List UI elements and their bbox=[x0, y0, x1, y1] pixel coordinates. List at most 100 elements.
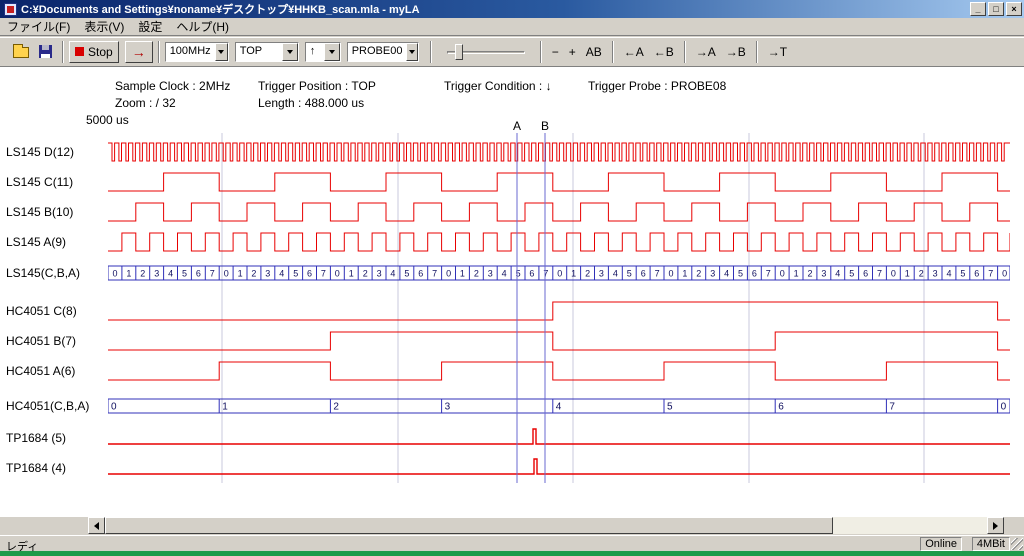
svg-text:1: 1 bbox=[222, 402, 228, 413]
toolbar-separator bbox=[430, 41, 432, 63]
chevron-down-icon bbox=[218, 50, 224, 54]
svg-text:1: 1 bbox=[238, 269, 243, 279]
maximize-button[interactable]: □ bbox=[988, 2, 1004, 16]
svg-text:5: 5 bbox=[293, 269, 298, 279]
svg-text:0: 0 bbox=[557, 269, 562, 279]
svg-text:7: 7 bbox=[988, 269, 993, 279]
svg-text:0: 0 bbox=[446, 269, 451, 279]
open-folder-icon bbox=[13, 47, 29, 58]
dropdown-button[interactable] bbox=[406, 43, 417, 61]
svg-text:6: 6 bbox=[641, 269, 646, 279]
stop-label: Stop bbox=[88, 45, 113, 59]
toolbar-separator bbox=[540, 41, 542, 63]
goto-a-left-button[interactable]: ←A bbox=[619, 41, 649, 63]
svg-text:1: 1 bbox=[905, 269, 910, 279]
trigger-position-info: Trigger Position : TOP bbox=[258, 79, 376, 93]
svg-text:5: 5 bbox=[849, 269, 854, 279]
waveform-svg[interactable]: 0123456701234567012345670123456701234567… bbox=[108, 133, 1010, 490]
svg-text:0: 0 bbox=[1002, 269, 1007, 279]
svg-text:0: 0 bbox=[112, 269, 117, 279]
open-button[interactable] bbox=[8, 41, 34, 63]
toolbar-separator bbox=[158, 41, 160, 63]
zoom-ab-button[interactable]: AB bbox=[581, 41, 607, 63]
svg-text:2: 2 bbox=[333, 402, 339, 413]
trigger-probe-select[interactable]: PROBE00 bbox=[347, 42, 419, 62]
menu-help[interactable]: ヘルプ(H) bbox=[169, 17, 236, 36]
minimize-button[interactable]: _ bbox=[970, 2, 986, 16]
trigger-probe-info: Trigger Probe : PROBE08 bbox=[588, 79, 726, 93]
run-button[interactable]: → bbox=[125, 41, 153, 63]
svg-text:6: 6 bbox=[418, 269, 423, 279]
svg-text:5: 5 bbox=[516, 269, 521, 279]
sample-clock-value: 100MHz bbox=[166, 43, 215, 61]
svg-text:2: 2 bbox=[363, 269, 368, 279]
svg-text:5: 5 bbox=[404, 269, 409, 279]
channel-label-hc4051-a: HC4051 A(6) bbox=[6, 363, 75, 379]
title-bar[interactable]: C:¥Documents and Settings¥noname¥デスクトップ¥… bbox=[0, 0, 1024, 18]
svg-text:1: 1 bbox=[460, 269, 465, 279]
channel-label-hc4051-b: HC4051 B(7) bbox=[6, 333, 76, 349]
length-info: Length : 488.000 us bbox=[258, 96, 364, 110]
toolbar: Stop → 100MHz TOP ↑ PROBE00 bbox=[0, 37, 1024, 67]
status-online-badge: Online bbox=[920, 537, 962, 551]
resize-grip-icon[interactable] bbox=[1011, 538, 1023, 550]
chevron-down-icon bbox=[287, 50, 293, 54]
svg-text:3: 3 bbox=[821, 269, 826, 279]
channel-label-ls145-a: LS145 A(9) bbox=[6, 234, 66, 250]
save-button[interactable] bbox=[34, 41, 57, 63]
goto-b-right-button[interactable]: →B bbox=[721, 41, 751, 63]
arrow-right-icon bbox=[993, 522, 998, 530]
stop-button[interactable]: Stop bbox=[69, 41, 119, 63]
time-base-label: 5000 us bbox=[86, 113, 129, 127]
status-ready-text: レディ bbox=[6, 538, 38, 554]
svg-text:5: 5 bbox=[667, 402, 673, 413]
cursor-a-label[interactable]: A bbox=[513, 119, 521, 133]
scrollbar-track[interactable] bbox=[833, 517, 987, 534]
close-button[interactable]: × bbox=[1006, 2, 1022, 16]
trigger-position-select[interactable]: TOP bbox=[235, 42, 299, 62]
svg-text:7: 7 bbox=[432, 269, 437, 279]
zoom-slider[interactable] bbox=[443, 41, 529, 63]
svg-text:4: 4 bbox=[279, 269, 284, 279]
scroll-right-button[interactable] bbox=[987, 517, 1004, 534]
svg-text:4: 4 bbox=[556, 402, 562, 413]
dropdown-button[interactable] bbox=[324, 43, 340, 61]
scroll-left-button[interactable] bbox=[88, 517, 105, 534]
sample-clock-select[interactable]: 100MHz bbox=[165, 42, 229, 62]
cursor-b-label[interactable]: B bbox=[541, 119, 549, 133]
svg-text:6: 6 bbox=[752, 269, 757, 279]
menu-settings[interactable]: 設定 bbox=[131, 17, 169, 36]
goto-trigger-button[interactable]: →T bbox=[763, 41, 792, 63]
svg-text:1: 1 bbox=[794, 269, 799, 279]
goto-b-left-button[interactable]: ←B bbox=[649, 41, 679, 63]
svg-text:2: 2 bbox=[140, 269, 145, 279]
dropdown-button[interactable] bbox=[282, 43, 298, 61]
trigger-position-value: TOP bbox=[236, 43, 282, 61]
menu-view[interactable]: 表示(V) bbox=[77, 17, 131, 36]
svg-text:1: 1 bbox=[349, 269, 354, 279]
horizontal-scrollbar[interactable] bbox=[88, 517, 1004, 534]
svg-text:4: 4 bbox=[168, 269, 173, 279]
sample-clock-info: Sample Clock : 2MHz bbox=[115, 79, 230, 93]
channel-label-ls145-b: LS145 B(10) bbox=[6, 204, 73, 220]
svg-text:3: 3 bbox=[710, 269, 715, 279]
scrollbar-thumb[interactable] bbox=[105, 517, 833, 534]
trigger-condition-info: Trigger Condition : ↓ bbox=[444, 79, 552, 93]
svg-text:3: 3 bbox=[933, 269, 938, 279]
menu-file[interactable]: ファイル(F) bbox=[0, 17, 77, 36]
trigger-edge-select[interactable]: ↑ bbox=[305, 42, 341, 62]
channel-label-tp1684-5: TP1684 (5) bbox=[6, 430, 66, 446]
zoom-slider-thumb[interactable] bbox=[455, 44, 463, 60]
dropdown-button[interactable] bbox=[215, 43, 228, 61]
desktop: C:¥Documents and Settings¥noname¥デスクトップ¥… bbox=[0, 0, 1024, 556]
svg-text:3: 3 bbox=[488, 269, 493, 279]
channel-label-ls145-bus: LS145(C,B,A) bbox=[6, 265, 80, 281]
goto-a-right-button[interactable]: →A bbox=[691, 41, 721, 63]
svg-text:1: 1 bbox=[571, 269, 576, 279]
svg-text:1: 1 bbox=[126, 269, 131, 279]
toolbar-separator bbox=[684, 41, 686, 63]
svg-text:7: 7 bbox=[543, 269, 548, 279]
zoom-in-button[interactable]: + bbox=[564, 41, 581, 63]
zoom-out-button[interactable]: − bbox=[547, 41, 564, 63]
svg-text:4: 4 bbox=[835, 269, 840, 279]
